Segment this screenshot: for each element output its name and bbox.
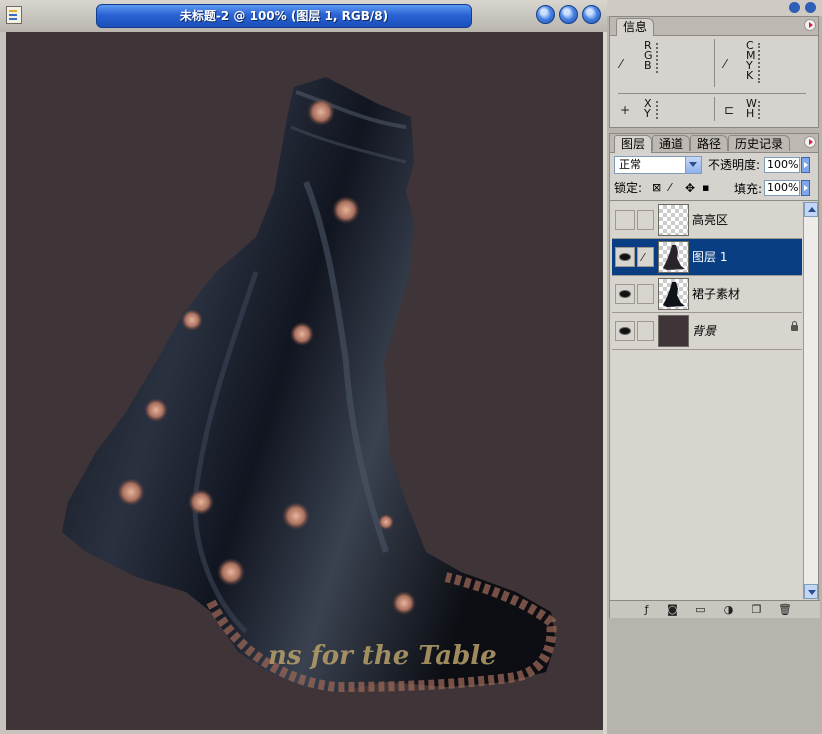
gown-thumbnail-icon bbox=[663, 245, 685, 270]
layer-row-layer-1[interactable]: ⁄ 图层 1 bbox=[612, 239, 802, 276]
layers-divider bbox=[610, 200, 818, 201]
rgb-labels: R G B bbox=[644, 39, 653, 72]
layer-thumbnail bbox=[658, 315, 689, 347]
opacity-input[interactable]: 100% bbox=[764, 157, 800, 173]
document-title: 未标题-2 @ 100% (图层 1, RGB/8) bbox=[96, 4, 472, 28]
chevron-down-icon[interactable] bbox=[685, 157, 701, 173]
layer-style-icon[interactable]: ƒ bbox=[640, 603, 653, 616]
lock-icon bbox=[791, 321, 798, 331]
lock-label: 锁定: bbox=[614, 181, 643, 195]
layer-row-highlight[interactable]: 高亮区 bbox=[612, 202, 802, 239]
lock-paint-icon[interactable]: ⁄ bbox=[669, 180, 671, 196]
new-layer-icon[interactable]: ❐ bbox=[750, 603, 763, 616]
layer-list: 高亮区 ⁄ 图层 1 裙子素材 背景 bbox=[612, 202, 802, 599]
new-group-icon[interactable]: ▭ bbox=[694, 603, 707, 616]
workspace-background bbox=[607, 618, 822, 734]
layer-name: 裙子素材 bbox=[692, 287, 741, 301]
info-divider bbox=[714, 39, 715, 87]
opacity-slider-button[interactable] bbox=[801, 157, 810, 173]
palette-dock bbox=[607, 0, 822, 16]
eye-icon[interactable] bbox=[615, 321, 635, 341]
crosshair-icon: + bbox=[620, 103, 631, 117]
lock-all-icon[interactable]: ▪ bbox=[702, 180, 709, 196]
link-toggle[interactable] bbox=[637, 321, 654, 341]
close-button[interactable] bbox=[582, 5, 601, 24]
panel-menu-icon[interactable] bbox=[804, 136, 816, 148]
lock-transparency-icon[interactable]: ⊠ bbox=[652, 180, 661, 196]
tab-layers[interactable]: 图层 bbox=[614, 135, 653, 153]
link-toggle[interactable] bbox=[637, 284, 654, 304]
panel-menu-icon[interactable] bbox=[804, 19, 816, 31]
delete-layer-icon[interactable]: 🗑 bbox=[778, 603, 792, 616]
dock-collapse-icon[interactable] bbox=[789, 2, 800, 13]
image-canvas[interactable]: ns for the Table bbox=[6, 32, 603, 730]
layers-footer: ƒ ◙ ▭ ◑ ❐ 🗑 bbox=[610, 600, 820, 619]
eyedropper-icon: ⁄ bbox=[724, 57, 727, 71]
fill-slider-button[interactable] bbox=[801, 180, 810, 196]
wh-values bbox=[758, 101, 762, 119]
link-toggle[interactable]: ⁄ bbox=[637, 247, 654, 267]
info-divider bbox=[714, 97, 715, 121]
layer-thumbnail bbox=[658, 204, 689, 236]
gown-thumbnail-icon bbox=[663, 282, 685, 307]
selection-size-icon: ⊏ bbox=[724, 103, 735, 117]
document-titlebar[interactable]: 未标题-2 @ 100% (图层 1, RGB/8) bbox=[0, 0, 607, 32]
tab-paths[interactable]: 路径 bbox=[690, 135, 729, 151]
fill-label: 填充: bbox=[734, 182, 763, 196]
tab-history[interactable]: 历史记录 bbox=[728, 135, 791, 151]
layer-name: 高亮区 bbox=[692, 213, 729, 227]
layer-thumbnail bbox=[658, 278, 689, 310]
fill-input[interactable]: 100% bbox=[764, 180, 800, 196]
eye-icon[interactable] bbox=[615, 284, 635, 304]
tab-info[interactable]: 信息 bbox=[616, 18, 655, 36]
blend-mode-value: 正常 bbox=[619, 158, 641, 171]
layers-scrollbar[interactable] bbox=[803, 202, 818, 599]
link-toggle[interactable] bbox=[637, 210, 654, 230]
cmyk-labels: C M Y K bbox=[746, 39, 756, 82]
layers-tab-row: 图层 通道 路径 历史记录 bbox=[610, 134, 818, 153]
layers-panel: 图层 通道 路径 历史记录 正常 不透明度: 100% 锁定: ⊠ ⁄ ✥ ▪ … bbox=[609, 133, 820, 619]
eye-icon[interactable] bbox=[615, 247, 635, 267]
eyedropper-icon: ⁄ bbox=[620, 57, 623, 71]
gown-image: ns for the Table bbox=[62, 77, 557, 693]
layer-row-background[interactable]: 背景 bbox=[612, 313, 802, 350]
minimize-button[interactable] bbox=[536, 5, 555, 24]
info-divider bbox=[618, 93, 806, 94]
layer-row-dress-source[interactable]: 裙子素材 bbox=[612, 276, 802, 313]
maximize-button[interactable] bbox=[559, 5, 578, 24]
photoshop-document-icon[interactable] bbox=[6, 6, 22, 24]
layer-thumbnail bbox=[658, 241, 689, 273]
dock-close-icon[interactable] bbox=[805, 2, 816, 13]
blend-mode-select[interactable]: 正常 bbox=[614, 156, 702, 174]
tab-channels[interactable]: 通道 bbox=[652, 135, 691, 151]
lock-move-icon[interactable]: ✥ bbox=[685, 180, 695, 196]
brush-icon: ⁄ bbox=[642, 251, 644, 264]
layer-name: 图层 1 bbox=[692, 250, 728, 264]
scroll-down-button[interactable] bbox=[804, 584, 818, 599]
add-mask-icon[interactable]: ◙ bbox=[666, 603, 679, 616]
info-tab-row: 信息 bbox=[610, 17, 818, 36]
cmyk-values bbox=[758, 43, 762, 83]
scroll-up-button[interactable] bbox=[804, 202, 818, 217]
wh-labels: W H bbox=[746, 97, 757, 120]
rgb-values bbox=[656, 43, 660, 73]
opacity-label: 不透明度: bbox=[708, 158, 761, 172]
layer-name: 背景 bbox=[692, 324, 717, 338]
xy-values bbox=[656, 101, 660, 119]
xy-labels: X Y bbox=[644, 97, 652, 120]
adjustment-layer-icon[interactable]: ◑ bbox=[722, 603, 735, 616]
document-window: 未标题-2 @ 100% (图层 1, RGB/8) ns for the Ta… bbox=[0, 0, 607, 734]
watermark-text: ns for the Table bbox=[268, 641, 497, 671]
visibility-toggle[interactable] bbox=[615, 210, 635, 230]
info-panel: 信息 ⁄ R G B ⁄ C M Y K + X Y ⊏ W H bbox=[609, 16, 819, 128]
